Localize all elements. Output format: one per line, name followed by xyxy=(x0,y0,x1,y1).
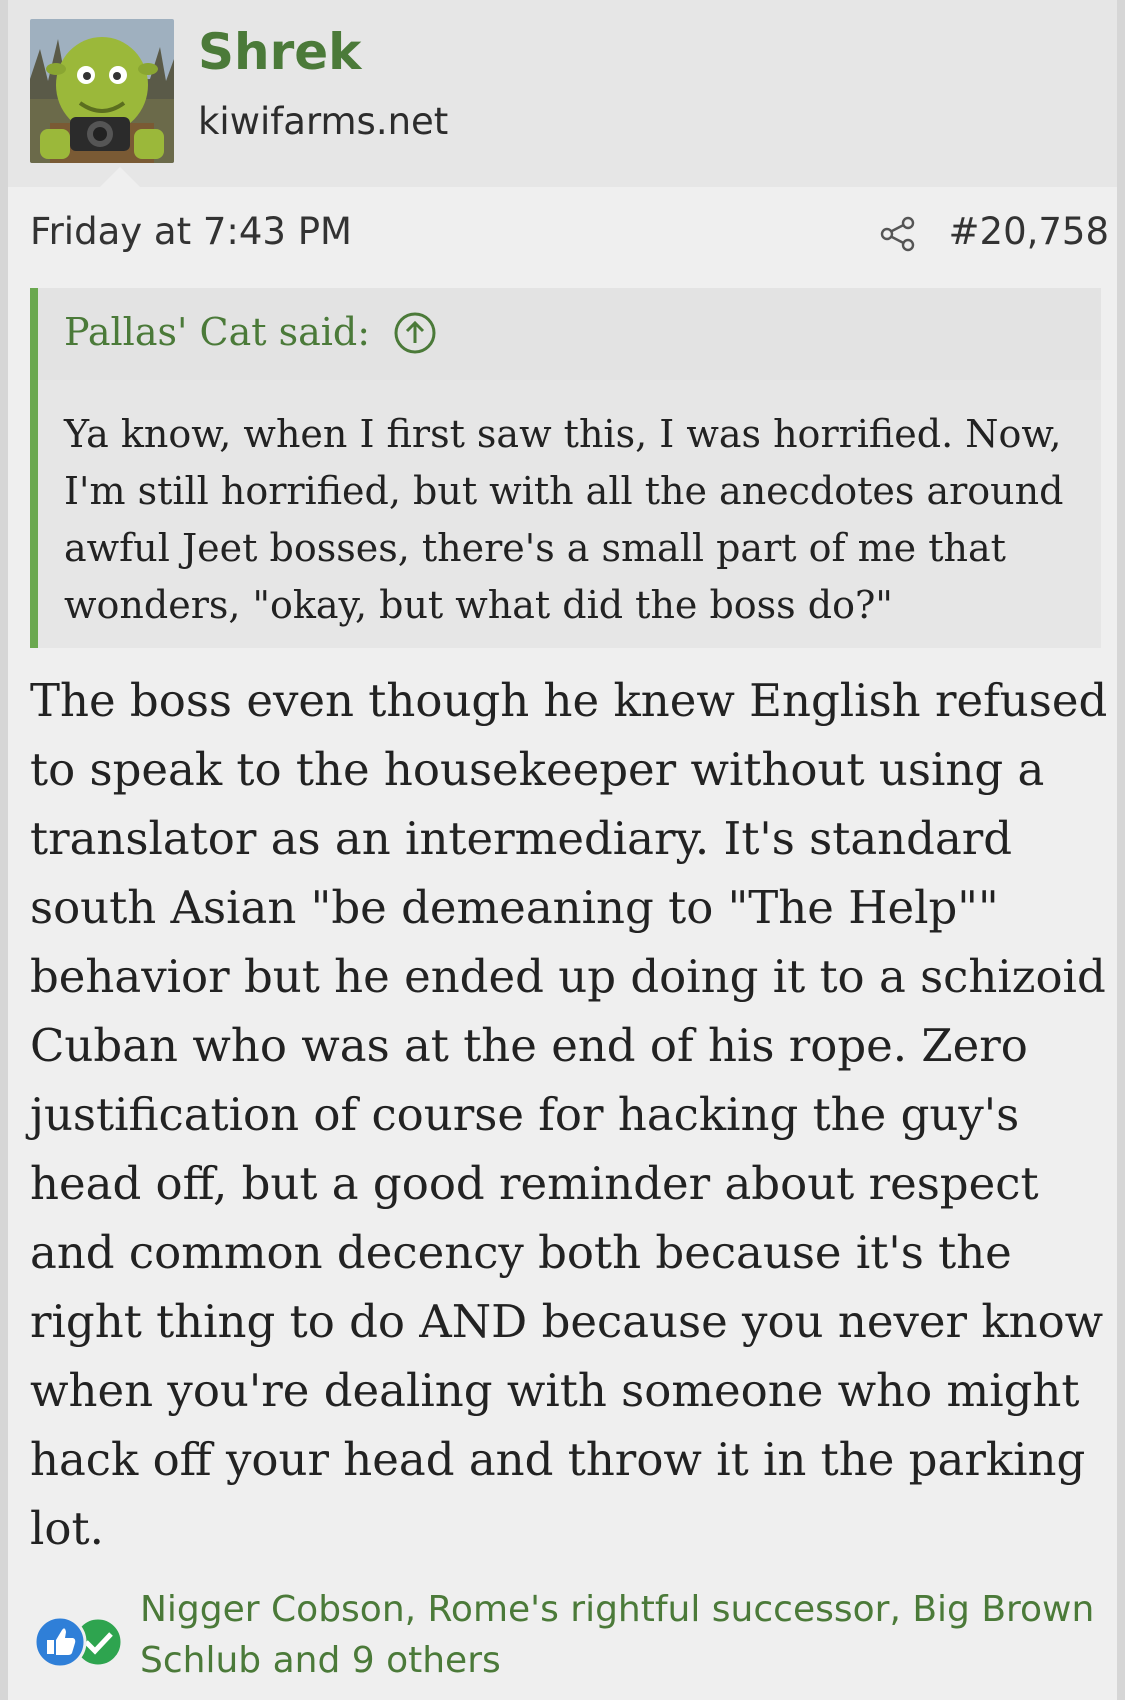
quote-author-label: Pallas' Cat said: xyxy=(64,310,371,355)
reaction-user-1[interactable]: Nigger Cobson xyxy=(140,1589,405,1630)
quote-text: Ya know, when I first saw this, I was ho… xyxy=(64,412,1064,627)
avatar[interactable] xyxy=(30,19,174,163)
quote-header: Pallas' Cat said: xyxy=(38,288,1101,380)
user-title: kiwifarms.net xyxy=(198,100,449,143)
post-meta: Friday at 7:43 PM #20,758 xyxy=(30,210,1109,260)
reaction-user-2[interactable]: Rome's rightful successor xyxy=(428,1589,890,1630)
like-icon xyxy=(33,1615,87,1669)
post-body: The boss even though he knew English ref… xyxy=(30,674,1108,1555)
reaction-icons xyxy=(33,1615,124,1669)
reaction-others[interactable]: and 9 others xyxy=(261,1640,501,1681)
reaction-separator: , xyxy=(404,1589,428,1630)
post-header: Shrek kiwifarms.net xyxy=(8,0,1117,187)
reaction-names[interactable]: Nigger Cobson, Rome's rightful successor… xyxy=(140,1584,1110,1686)
quote-author[interactable]: Pallas' Cat said: xyxy=(64,310,438,356)
reactions-bar[interactable]: Nigger Cobson, Rome's rightful successor… xyxy=(30,1584,1110,1684)
jump-to-quote-icon[interactable] xyxy=(392,310,438,356)
share-icon[interactable] xyxy=(878,214,918,254)
post: Shrek kiwifarms.net Friday at 7:43 PM #2… xyxy=(8,0,1117,1700)
username[interactable]: Shrek xyxy=(198,22,361,82)
reaction-separator: , xyxy=(889,1589,913,1630)
post-date[interactable]: Friday at 7:43 PM xyxy=(30,210,352,254)
header-arrow xyxy=(100,167,140,187)
quote-block: Pallas' Cat said: Ya know, when I first … xyxy=(30,288,1101,648)
post-number[interactable]: #20,758 xyxy=(949,210,1109,254)
